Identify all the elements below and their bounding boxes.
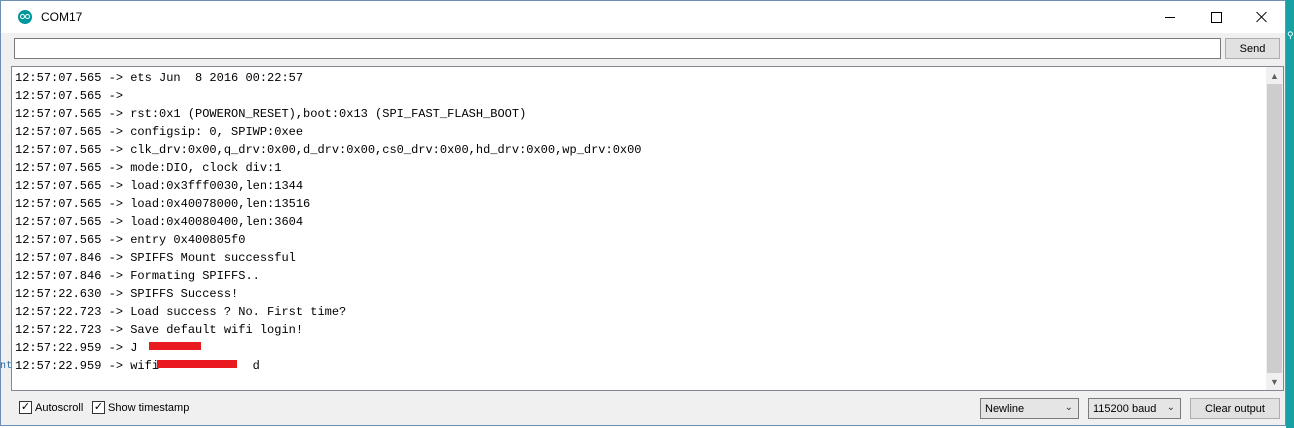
output-line: 12:57:07.565 -> load:0x40078000,len:1351…: [15, 197, 311, 211]
output-line: 12:57:07.565 -> mode:DIO, clock div:1: [15, 161, 282, 175]
output-line: 12:57:07.565 -> configsip: 0, SPIWP:0xee: [15, 125, 304, 139]
output-line: 12:57:07.565 -> ets Jun 8 2016 00:22:57: [15, 71, 304, 85]
autoscroll-checkbox[interactable]: ✓ Autoscroll: [19, 401, 83, 414]
output-line: 12:57:07.565 -> load:0x40080400,len:3604: [15, 215, 304, 229]
output-line: 12:57:07.565 -> clk_drv:0x00,q_drv:0x00,…: [15, 143, 642, 157]
output-line: 12:57:07.565 -> rst:0x1 (POWERON_RESET),…: [15, 107, 527, 121]
line-ending-value: Newline: [985, 402, 1025, 415]
vertical-scrollbar[interactable]: ▲ ▼: [1266, 67, 1283, 390]
output-lines: 12:57:07.565 -> ets Jun 8 2016 00:22:57 1…: [15, 69, 1263, 375]
window-title: COM17: [41, 10, 83, 24]
scroll-up-arrow-icon[interactable]: ▲: [1266, 67, 1283, 84]
output-line: 12:57:07.565 -> entry 0x400805f0: [15, 233, 246, 247]
maximize-icon: [1210, 11, 1222, 23]
minimize-button[interactable]: [1147, 1, 1193, 33]
output-line: 12:57:07.565 -> load:0x3fff0030,len:1344: [15, 179, 304, 193]
background-window-fragment: nt: [0, 360, 13, 371]
scroll-down-arrow-icon[interactable]: ▼: [1266, 373, 1283, 390]
arduino-icon: [18, 10, 32, 24]
show-timestamp-label: Show timestamp: [108, 401, 190, 414]
show-timestamp-checkbox[interactable]: ✓ Show timestamp: [92, 401, 189, 414]
close-icon: [1256, 11, 1268, 23]
line-ending-select[interactable]: Newline ⌄: [980, 398, 1079, 419]
maximize-button[interactable]: [1193, 1, 1239, 33]
title-bar: COM17: [1, 1, 1285, 33]
redaction-mark: [157, 360, 237, 368]
output-line: 12:57:22.630 -> SPIFFS Success!: [15, 287, 239, 301]
chevron-down-icon: ⌄: [1064, 402, 1073, 413]
output-line: 12:57:07.565 ->: [15, 89, 131, 103]
scrollbar-thumb[interactable]: [1267, 84, 1282, 373]
output-line: 12:57:22.723 -> Load success ? No. First…: [15, 305, 347, 319]
output-line: 12:57:07.846 -> Formating SPIFFS..: [15, 269, 260, 283]
checkbox-checkmark-icon[interactable]: ✓: [19, 401, 32, 414]
output-line: 12:57:07.846 -> SPIFFS Mount successful: [15, 251, 296, 265]
baud-rate-select[interactable]: 115200 baud ⌄: [1088, 398, 1181, 419]
output-line: 12:57:22.959 -> wifi d: [15, 359, 260, 373]
clear-output-button[interactable]: Clear output: [1190, 398, 1280, 419]
autoscroll-label: Autoscroll: [35, 401, 84, 414]
output-line: 12:57:22.723 -> Save default wifi login!: [15, 323, 304, 337]
close-button[interactable]: [1239, 1, 1285, 33]
redaction-mark: [149, 342, 201, 350]
baud-rate-value: 115200 baud: [1093, 402, 1157, 415]
chevron-down-icon: ⌄: [1166, 402, 1175, 413]
background-window-strip: ⚲: [1286, 0, 1294, 428]
serial-monitor-window: COM17 Send 12:57:07.565 -> ets Jun 8 201…: [0, 0, 1286, 426]
minimize-icon: [1165, 16, 1175, 18]
output-line: 12:57:22.959 -> J: [15, 339, 1263, 357]
send-button[interactable]: Send: [1225, 38, 1280, 59]
serial-output-area[interactable]: 12:57:07.565 -> ets Jun 8 2016 00:22:57 1…: [11, 66, 1284, 391]
serial-send-input[interactable]: [14, 38, 1221, 59]
background-glyph: ⚲: [1287, 30, 1294, 40]
checkbox-checkmark-icon[interactable]: ✓: [92, 401, 105, 414]
